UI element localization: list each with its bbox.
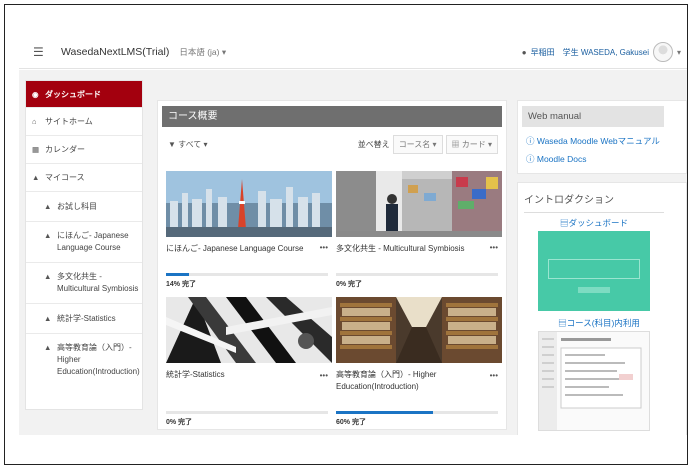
progress-bar bbox=[336, 411, 498, 414]
user-menu-caret[interactable]: ▾ bbox=[677, 48, 681, 57]
course-card[interactable]: にほんご- Japanese Language Course ••• 14% 完… bbox=[166, 171, 332, 291]
user-name[interactable]: 学生 WASEDA, Gakusei bbox=[563, 47, 649, 58]
graduation-cap-icon: ▲ bbox=[44, 314, 52, 323]
web-manual-block: Web manual ⓘ Waseda Moodle Webマニュアル ⓘ Mo… bbox=[517, 100, 687, 174]
progress-text: 60% 完了 bbox=[336, 419, 366, 426]
course-card[interactable]: 統計学-Statistics ••• 0% 完了 bbox=[166, 297, 332, 427]
sidebar-item-label: にほんご- Japanese Language Course bbox=[57, 231, 129, 252]
sidebar-item-calendar[interactable]: ▦ カレンダー bbox=[26, 136, 142, 164]
course-title[interactable]: 多文化共生 - Multicultural Symbiosis bbox=[336, 243, 476, 255]
home-icon: ⌂ bbox=[32, 117, 37, 126]
language-menu[interactable]: 日本語 (ja) ▾ bbox=[179, 46, 226, 58]
page-body: ◉ ダッシュボード ⌂ サイトホーム ▦ カレンダー ▲ マイコース ▲ お試し… bbox=[19, 70, 687, 435]
sort-label: 並べ替え bbox=[357, 140, 390, 149]
course-title[interactable]: 高等教育論（入門）- Higher Education(Introduction… bbox=[336, 369, 476, 393]
course-card[interactable]: 多文化共生 - Multicultural Symbiosis ••• 0% 完… bbox=[336, 171, 502, 291]
progress-text: 0% 完了 bbox=[166, 419, 193, 426]
sidebar-item-trial-course[interactable]: ▲ お試し科目 bbox=[26, 192, 142, 222]
progress-fill bbox=[336, 411, 434, 414]
sidebar-item-label: カレンダー bbox=[45, 145, 85, 154]
sidebar-item-statistics[interactable]: ▲ 統計学-Statistics bbox=[26, 304, 142, 334]
course-title[interactable]: にほんご- Japanese Language Course bbox=[166, 243, 306, 255]
graduation-cap-icon: ▲ bbox=[44, 343, 52, 352]
course-image-tokyo-skyline[interactable] bbox=[166, 171, 332, 237]
avatar[interactable] bbox=[652, 42, 673, 62]
browser-viewport: ☰ WasedaNextLMS(Trial) 日本語 (ja) ▾ ● 早稲田 … bbox=[19, 35, 687, 435]
view-mode-dropdown[interactable]: ▦ カード ▾ bbox=[445, 135, 498, 154]
course-usage-guide-link[interactable]: ▤コース(科目)内利用 bbox=[524, 317, 674, 329]
progress-bar bbox=[336, 273, 498, 276]
course-image-street[interactable] bbox=[336, 171, 502, 237]
sidebar-item-label: ダッシュボード bbox=[45, 89, 101, 99]
site-name[interactable]: WasedaNextLMS(Trial) bbox=[61, 46, 169, 58]
guide-image-button bbox=[578, 287, 610, 293]
graduation-cap-icon: ▲ bbox=[44, 272, 52, 281]
course-image-abstract[interactable] bbox=[166, 297, 332, 363]
sidebar-item-label: 統計学-Statistics bbox=[57, 314, 116, 323]
block-title: イントロダクション bbox=[524, 191, 664, 213]
sidebar-item-label: サイトホーム bbox=[45, 117, 93, 126]
user-menu-area: ● 早稲田 学生 WASEDA, Gakusei ▾ bbox=[522, 35, 681, 69]
more-actions-icon[interactable]: ••• bbox=[490, 243, 498, 252]
moodle-docs-link[interactable]: ⓘ Moodle Docs bbox=[526, 153, 586, 165]
hamburger-icon[interactable]: ☰ bbox=[33, 45, 47, 59]
sidebar-item-label: マイコース bbox=[45, 173, 85, 182]
sidebar-item-label: 高等教育論（入門）- Higher Education(Introduction… bbox=[57, 343, 140, 376]
more-actions-icon[interactable]: ••• bbox=[320, 371, 328, 380]
graduation-cap-icon: ▲ bbox=[32, 173, 40, 182]
sort-controls: 並べ替え コース名 ▾ ▦ カード ▾ bbox=[358, 135, 498, 154]
course-usage-guide-image[interactable] bbox=[538, 331, 650, 431]
intro-block: イントロダクション ▤ダッシュボード ▤コース(科目)内利用 bbox=[517, 182, 687, 435]
course-title[interactable]: 統計学-Statistics bbox=[166, 369, 306, 381]
more-actions-icon[interactable]: ••• bbox=[490, 371, 498, 380]
top-navbar: ☰ WasedaNextLMS(Trial) 日本語 (ja) ▾ ● 早稲田 … bbox=[19, 35, 687, 69]
sidebar-item-japanese[interactable]: ▲ にほんご- Japanese Language Course bbox=[26, 222, 142, 263]
dashboard-guide-link[interactable]: ▤ダッシュボード bbox=[524, 217, 664, 229]
graduation-cap-icon: ▲ bbox=[44, 231, 52, 240]
sidebar-item-my-courses[interactable]: ▲ マイコース bbox=[26, 164, 142, 192]
sidebar-item-multicultural[interactable]: ▲ 多文化共生 - Multicultural Symbiosis bbox=[26, 263, 142, 304]
calendar-icon: ▦ bbox=[32, 145, 40, 154]
sort-dropdown[interactable]: コース名 ▾ bbox=[392, 135, 443, 154]
sidebar-item-label: お試し科目 bbox=[57, 202, 97, 211]
nav-drawer: ◉ ダッシュボード ⌂ サイトホーム ▦ カレンダー ▲ マイコース ▲ お試し… bbox=[25, 80, 143, 410]
progress-fill bbox=[166, 273, 189, 276]
progress-bar bbox=[166, 273, 328, 276]
sidebar-item-label: 多文化共生 - Multicultural Symbiosis bbox=[57, 272, 139, 293]
sidebar-item-dashboard[interactable]: ◉ ダッシュボード bbox=[26, 81, 142, 108]
chat-bubble-icon[interactable]: ● bbox=[522, 48, 527, 57]
screenshot-frame: ☰ WasedaNextLMS(Trial) 日本語 (ja) ▾ ● 早稲田 … bbox=[4, 4, 688, 465]
more-actions-icon[interactable]: ••• bbox=[320, 243, 328, 252]
course-image-library[interactable] bbox=[336, 297, 502, 363]
guide-image-text-box bbox=[548, 259, 640, 279]
block-title: Web manual bbox=[522, 106, 664, 127]
university-link[interactable]: 早稲田 bbox=[531, 47, 555, 58]
graduation-cap-icon: ▲ bbox=[44, 202, 52, 211]
course-overview-block: コース概要 ▼ すべて ▾ 並べ替え コース名 ▾ ▦ カード ▾ にほんご- … bbox=[157, 100, 507, 430]
course-card[interactable]: 高等教育論（入門）- Higher Education(Introduction… bbox=[336, 297, 502, 427]
course-filter-dropdown[interactable]: ▼ すべて ▾ bbox=[168, 139, 208, 150]
progress-text: 0% 完了 bbox=[336, 281, 363, 288]
sidebar-item-site-home[interactable]: ⌂ サイトホーム bbox=[26, 108, 142, 136]
block-title: コース概要 bbox=[162, 106, 502, 127]
progress-bar bbox=[166, 411, 328, 414]
dashboard-guide-image[interactable] bbox=[538, 231, 650, 311]
dashboard-icon: ◉ bbox=[32, 89, 39, 99]
sidebar-item-higher-education[interactable]: ▲ 高等教育論（入門）- Higher Education(Introducti… bbox=[26, 334, 142, 386]
progress-text: 14% 完了 bbox=[166, 281, 196, 288]
web-manual-link[interactable]: ⓘ Waseda Moodle Webマニュアル bbox=[526, 135, 660, 147]
